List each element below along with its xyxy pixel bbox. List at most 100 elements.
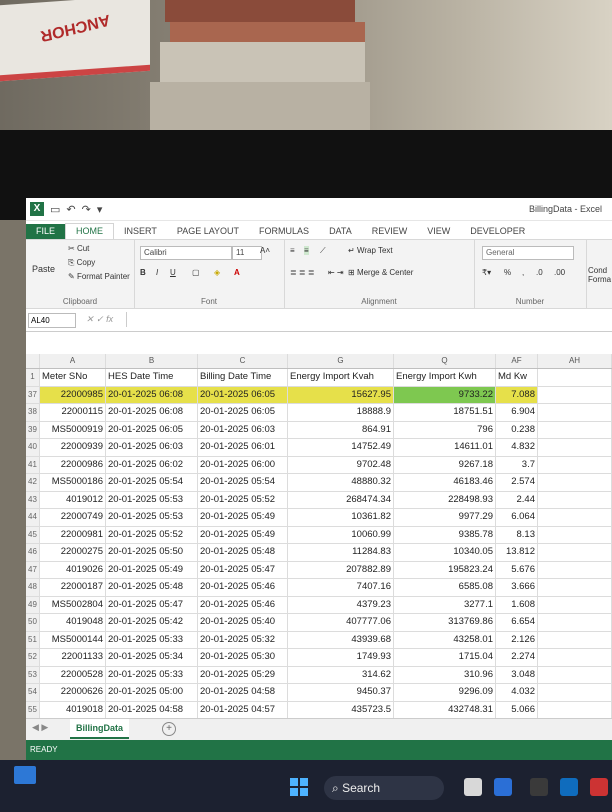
row-number[interactable]: 1 <box>26 369 40 386</box>
cell[interactable]: 2.44 <box>496 491 538 508</box>
row-number[interactable]: 37 <box>26 386 40 403</box>
cell[interactable]: 4019026 <box>40 561 106 578</box>
cell[interactable]: 6585.08 <box>394 579 496 596</box>
cell[interactable] <box>538 474 612 491</box>
cell[interactable]: 20-01-2025 05:49 <box>106 561 198 578</box>
cell[interactable]: 20-01-2025 05:54 <box>106 474 198 491</box>
cell[interactable]: 20-01-2025 06:08 <box>106 404 198 421</box>
cell[interactable] <box>538 509 612 526</box>
cell[interactable]: 20-01-2025 05:46 <box>198 579 288 596</box>
formula-input[interactable] <box>126 312 612 327</box>
tab-file[interactable]: FILE <box>26 224 66 239</box>
cell[interactable]: 310.96 <box>394 666 496 683</box>
cell[interactable] <box>538 369 612 386</box>
row-number[interactable]: 46 <box>26 544 40 561</box>
cell[interactable] <box>538 666 612 683</box>
cell[interactable]: 22000528 <box>40 666 106 683</box>
cell[interactable]: 20-01-2025 06:01 <box>198 439 288 456</box>
column-header-a[interactable]: A <box>40 354 106 368</box>
cell[interactable]: 432748.31 <box>394 701 496 718</box>
row-number[interactable]: 43 <box>26 491 40 508</box>
customize-qat-icon[interactable]: ▾ <box>97 203 103 216</box>
tab-page-layout[interactable]: PAGE LAYOUT <box>167 224 249 239</box>
cell[interactable]: 20-01-2025 05:49 <box>198 509 288 526</box>
spreadsheet-grid[interactable]: A B C G Q AF AH 1 Meter SNo HES Date Tim… <box>26 354 612 754</box>
cell[interactable]: 6.904 <box>496 404 538 421</box>
fill-color-icon[interactable]: ◈ <box>214 268 220 277</box>
cell[interactable]: HES Date Time <box>106 369 198 386</box>
cell[interactable] <box>538 456 612 473</box>
cell[interactable]: 22000939 <box>40 439 106 456</box>
cell[interactable]: 195823.24 <box>394 561 496 578</box>
tab-formulas[interactable]: FORMULAS <box>249 224 319 239</box>
cell[interactable]: 46183.46 <box>394 474 496 491</box>
cell[interactable]: 7.088 <box>496 386 538 403</box>
cell[interactable]: 43258.01 <box>394 631 496 648</box>
row-number[interactable]: 53 <box>26 666 40 683</box>
conditional-formatting-button[interactable]: Cond Forma <box>588 266 612 284</box>
indent-icon[interactable]: ⇤ ⇥ <box>328 268 344 277</box>
tab-data[interactable]: DATA <box>319 224 362 239</box>
cell[interactable]: 20-01-2025 04:58 <box>198 684 288 701</box>
cell[interactable]: 20-01-2025 06:00 <box>198 456 288 473</box>
row-number[interactable]: 45 <box>26 526 40 543</box>
cell[interactable]: MS5000186 <box>40 474 106 491</box>
name-box[interactable]: AL40 <box>28 313 76 328</box>
undo-icon[interactable]: ↶ <box>66 203 75 216</box>
cell[interactable]: 20-01-2025 05:48 <box>198 544 288 561</box>
cell[interactable]: 9267.18 <box>394 456 496 473</box>
cell[interactable]: 20-01-2025 05:33 <box>106 666 198 683</box>
cell[interactable]: 20-01-2025 05:32 <box>198 631 288 648</box>
cell[interactable]: 43939.68 <box>288 631 394 648</box>
row-number[interactable]: 44 <box>26 509 40 526</box>
cell[interactable]: 4379.23 <box>288 596 394 613</box>
cell[interactable]: 13.812 <box>496 544 538 561</box>
cell[interactable]: 268474.34 <box>288 491 394 508</box>
cell[interactable]: 3.7 <box>496 456 538 473</box>
cell[interactable]: 0.238 <box>496 421 538 438</box>
cell[interactable]: 864.91 <box>288 421 394 438</box>
tab-developer[interactable]: DEVELOPER <box>460 224 535 239</box>
bold-button[interactable]: B <box>140 268 146 277</box>
column-header-q[interactable]: Q <box>394 354 496 368</box>
widgets-icon[interactable] <box>14 766 36 784</box>
align-left-icon[interactable]: ≣ ≣ ≣ <box>290 268 315 277</box>
row-number[interactable]: 52 <box>26 649 40 666</box>
taskbar-app-icon[interactable] <box>590 778 608 796</box>
cell[interactable]: MS5000144 <box>40 631 106 648</box>
align-middle-icon[interactable]: ≡ <box>304 246 309 255</box>
cell[interactable]: 20-01-2025 05:42 <box>106 614 198 631</box>
cell[interactable]: 20-01-2025 05:30 <box>198 649 288 666</box>
copy-button[interactable]: ⎘ Copy <box>68 258 95 268</box>
taskbar-app-icon[interactable] <box>530 778 548 796</box>
cell[interactable]: 48880.32 <box>288 474 394 491</box>
align-top-icon[interactable]: ≡ <box>290 246 295 255</box>
cell[interactable]: 18888.9 <box>288 404 394 421</box>
cell[interactable]: 4.832 <box>496 439 538 456</box>
cell[interactable]: 22000626 <box>40 684 106 701</box>
cell[interactable]: 22000749 <box>40 509 106 526</box>
cell[interactable]: 10340.05 <box>394 544 496 561</box>
cell[interactable]: 9733.22 <box>394 386 496 403</box>
row-number[interactable]: 51 <box>26 631 40 648</box>
cell[interactable]: MS5002804 <box>40 596 106 613</box>
cell[interactable]: 435723.5 <box>288 701 394 718</box>
cell[interactable]: 228498.93 <box>394 491 496 508</box>
cell[interactable]: MS5000919 <box>40 421 106 438</box>
cell[interactable] <box>538 439 612 456</box>
cell[interactable] <box>538 421 612 438</box>
format-painter-button[interactable]: ✎ Format Painter <box>68 272 130 281</box>
cell[interactable]: 3.048 <box>496 666 538 683</box>
tab-review[interactable]: REVIEW <box>362 224 418 239</box>
cell[interactable]: 1.608 <box>496 596 538 613</box>
cell[interactable]: 2.574 <box>496 474 538 491</box>
cell[interactable]: 20-01-2025 05:49 <box>198 526 288 543</box>
cell[interactable] <box>538 491 612 508</box>
column-header-g[interactable]: G <box>288 354 394 368</box>
cell[interactable]: 207882.89 <box>288 561 394 578</box>
underline-button[interactable]: U <box>170 268 176 277</box>
cell[interactable]: 22000275 <box>40 544 106 561</box>
font-size-select[interactable]: 11 <box>232 246 262 260</box>
cell[interactable] <box>538 544 612 561</box>
comma-style-icon[interactable]: , <box>522 268 524 277</box>
